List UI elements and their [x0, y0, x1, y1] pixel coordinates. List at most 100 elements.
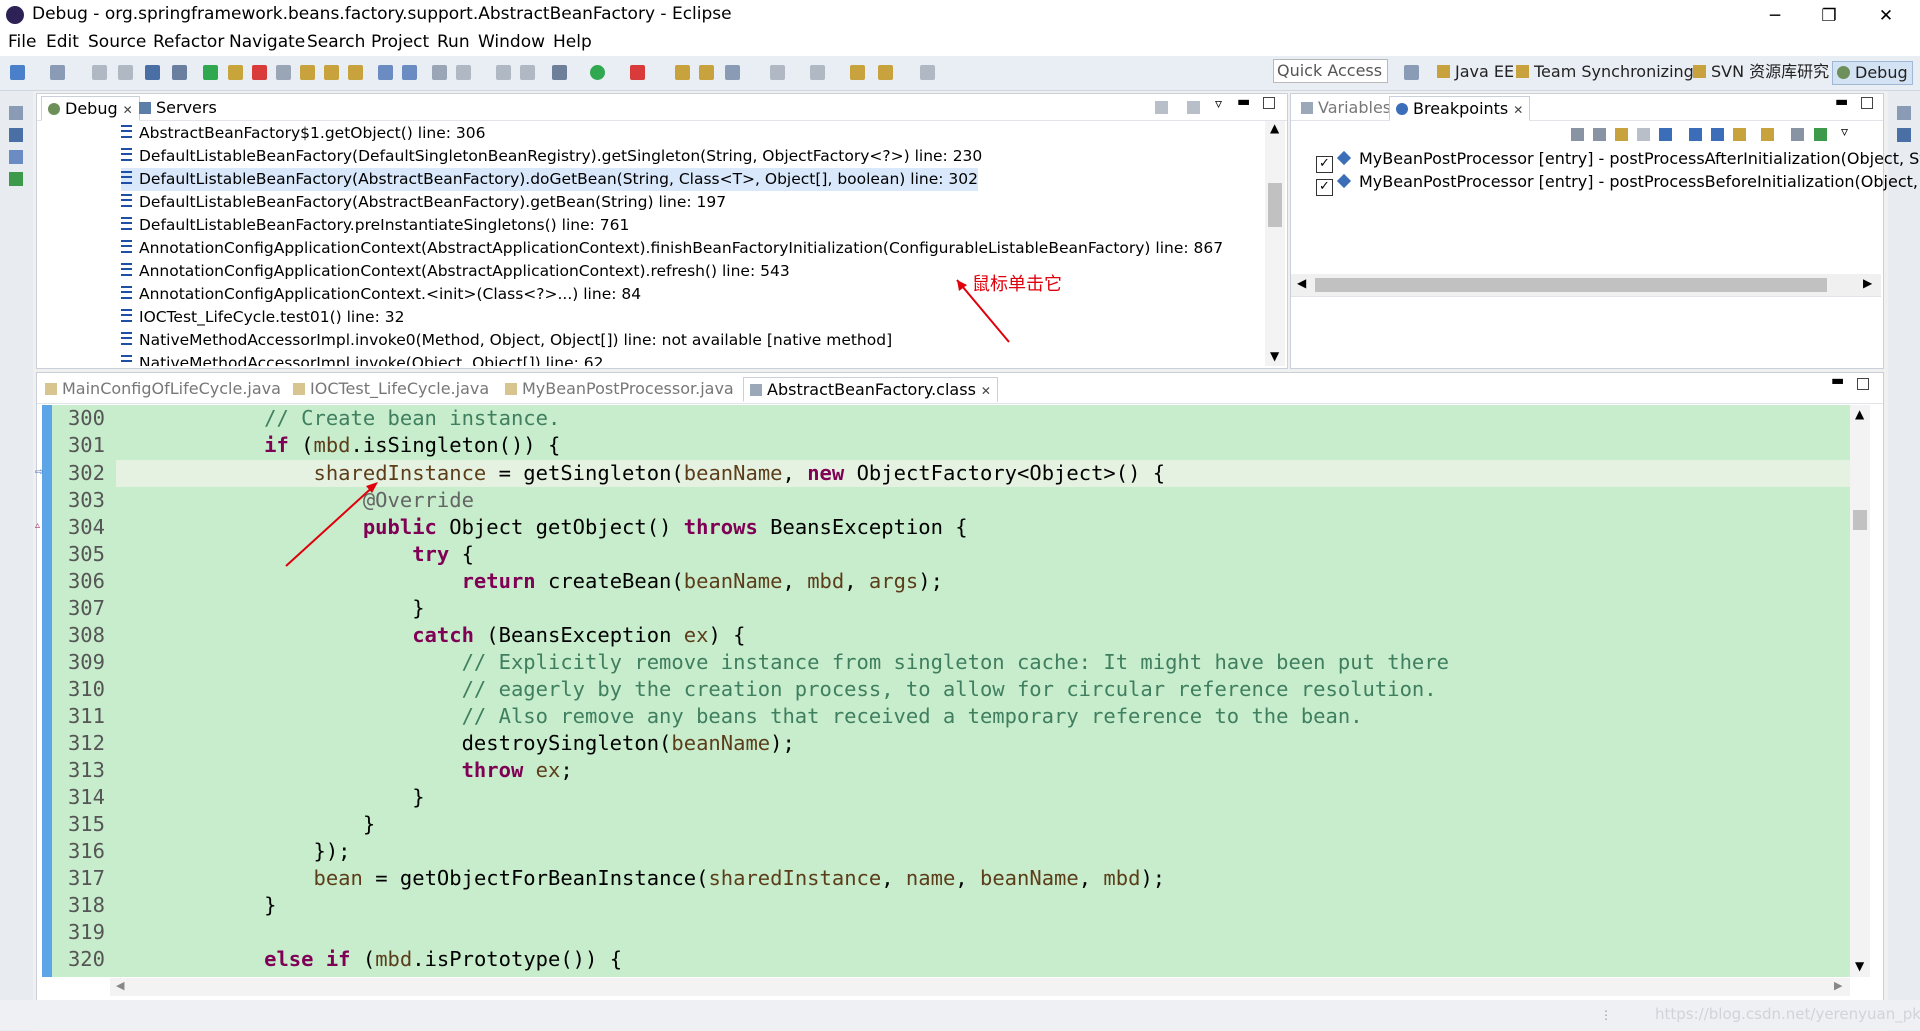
stack-frame[interactable]: AnnotationConfigApplicationContext(Abstr… — [121, 237, 1223, 260]
new-icon[interactable] — [10, 65, 25, 80]
perspective-java-ee[interactable]: Java EE — [1437, 61, 1514, 83]
minimize-view-icon[interactable]: ▬ — [1831, 373, 1844, 389]
breakpoints-hscrollbar[interactable]: ◀ ▶ — [1291, 274, 1881, 296]
package-explorer-icon[interactable] — [9, 128, 23, 142]
remove-all-breakpoints-icon[interactable] — [1593, 128, 1606, 141]
search-tool-icon[interactable] — [725, 65, 740, 80]
minimize-view-icon[interactable]: ▬ — [1835, 94, 1848, 110]
scrollbar-thumb[interactable] — [1853, 510, 1867, 530]
breakpoint-checkbox[interactable]: ✓ — [1316, 179, 1333, 196]
tab-ioctest[interactable]: IOCTest_LifeCycle.java — [287, 377, 495, 400]
console-icon[interactable] — [9, 172, 23, 186]
stack-frame[interactable]: IOCTest_LifeCycle.test01() line: 32 — [121, 306, 404, 329]
breakpoint-detail-pane[interactable] — [1291, 296, 1881, 367]
stack-frame[interactable]: DefaultListableBeanFactory.preInstantiat… — [121, 214, 629, 237]
save-all-icon[interactable] — [118, 65, 133, 80]
editor-hscrollbar[interactable]: ◀ ▶ — [110, 978, 1850, 996]
tool-icon[interactable] — [496, 65, 511, 80]
open-type-icon[interactable] — [675, 65, 690, 80]
remove-breakpoint-icon[interactable] — [1571, 128, 1584, 141]
tool-icon[interactable] — [520, 65, 535, 80]
import-breakpoints-icon[interactable] — [1791, 128, 1804, 141]
tab-mybeanpostprocessor[interactable]: MyBeanPostProcessor.java — [499, 377, 740, 400]
maximize-button[interactable]: ❐ — [1806, 2, 1852, 30]
run-icon[interactable] — [590, 65, 605, 80]
save-icon[interactable] — [92, 65, 107, 80]
step-return-icon[interactable] — [348, 65, 363, 80]
expand-all-icon[interactable] — [1689, 128, 1702, 141]
perspective-team-sync[interactable]: Team Synchronizing — [1516, 61, 1694, 83]
forward-icon[interactable] — [878, 65, 893, 80]
menu-refactor[interactable]: Refactor — [153, 32, 224, 52]
breakpoint-item[interactable]: ✓ MyBeanPostProcessor [entry] - postProce… — [1316, 148, 1920, 173]
scroll-up-icon[interactable]: ▲ — [1855, 407, 1864, 421]
scroll-right-icon[interactable]: ▶ — [1863, 276, 1872, 290]
skip-breakpoints-icon[interactable] — [172, 65, 187, 80]
tab-variables[interactable]: Variables — [1295, 96, 1397, 119]
perspective-svn[interactable]: SVN 资源库研究 — [1693, 61, 1829, 83]
scrollbar-thumb[interactable] — [1268, 183, 1282, 227]
tab-debug[interactable]: Debug ✕ — [41, 96, 140, 121]
use-step-filters-icon[interactable] — [402, 65, 417, 80]
scroll-down-icon[interactable]: ▼ — [1855, 959, 1864, 973]
breakpoint-item[interactable]: ✓ MyBeanPostProcessor [entry] - postProce… — [1316, 171, 1920, 196]
maximize-view-icon[interactable] — [1263, 97, 1275, 109]
drop-to-frame-icon[interactable] — [378, 65, 393, 80]
outline-icon[interactable] — [9, 150, 23, 164]
step-into-icon[interactable] — [300, 65, 315, 80]
terminate-icon[interactable] — [252, 65, 267, 80]
open-folder-icon[interactable] — [699, 65, 714, 80]
disconnect-icon[interactable] — [276, 65, 291, 80]
close-button[interactable]: ✕ — [1863, 2, 1909, 30]
stack-frame-selected[interactable]: DefaultListableBeanFactory(AbstractBeanF… — [121, 168, 978, 191]
stack-frame[interactable]: NativeMethodAccessorImpl.invoke(Object, … — [121, 352, 604, 366]
next-annotation-icon[interactable] — [810, 65, 825, 80]
stack-frame[interactable]: AnnotationConfigApplicationContext.<init… — [121, 283, 641, 306]
maximize-view-icon[interactable] — [1857, 378, 1869, 390]
stack-frame[interactable]: NativeMethodAccessorImpl.invoke0(Method,… — [121, 329, 892, 352]
scroll-left-icon[interactable]: ◀ — [116, 979, 124, 992]
coverage-icon[interactable] — [630, 65, 645, 80]
scroll-up-icon[interactable]: ▲ — [1270, 121, 1279, 135]
tab-mainconfig[interactable]: MainConfigOfLifeCycle.java — [39, 377, 287, 400]
maximize-view-icon[interactable] — [1861, 97, 1873, 109]
menu-run[interactable]: Run — [437, 32, 470, 52]
show-breakpoints-icon[interactable] — [1615, 128, 1628, 141]
scroll-left-icon[interactable]: ◀ — [1297, 276, 1306, 290]
scroll-down-icon[interactable]: ▼ — [1270, 349, 1279, 363]
menu-navigate[interactable]: Navigate — [229, 32, 305, 52]
stack-frame[interactable]: DefaultListableBeanFactory(AbstractBeanF… — [121, 191, 726, 214]
restore-icon[interactable] — [1897, 106, 1911, 120]
quick-access-input[interactable]: Quick Access — [1273, 59, 1388, 83]
menu-help[interactable]: Help — [553, 32, 592, 52]
menu-file[interactable]: File — [8, 32, 36, 52]
open-perspective-icon[interactable] — [1404, 65, 1419, 80]
restore-icon[interactable] — [9, 106, 23, 120]
scrollbar-thumb[interactable] — [1315, 278, 1827, 292]
debug-run-icon[interactable] — [552, 65, 567, 80]
print-icon[interactable] — [145, 65, 160, 80]
chevron-down-icon[interactable]: ▿ — [1841, 124, 1848, 140]
stack-frame[interactable]: AbstractBeanFactory$1.getObject() line: … — [121, 122, 486, 145]
minimize-view-icon[interactable]: ▬ — [1237, 94, 1250, 110]
skip-all-breakpoints-icon[interactable] — [1659, 128, 1672, 141]
step-over-icon[interactable] — [324, 65, 339, 80]
close-icon[interactable]: ✕ — [1513, 103, 1523, 117]
menu-source[interactable]: Source — [88, 32, 146, 52]
external-tools-icon[interactable] — [432, 65, 447, 80]
close-icon[interactable]: ✕ — [981, 384, 991, 398]
menu-project[interactable]: Project — [371, 32, 429, 52]
scroll-right-icon[interactable]: ▶ — [1834, 979, 1842, 992]
editor-vscrollbar[interactable]: ▲ ▼ — [1850, 405, 1870, 977]
tab-breakpoints[interactable]: Breakpoints ✕ — [1389, 96, 1531, 121]
perspective-debug[interactable]: Debug — [1832, 61, 1913, 85]
annotation-icon[interactable] — [770, 65, 785, 80]
debug-view-scrollbar[interactable]: ▲ ▼ — [1265, 121, 1285, 366]
stack-frame[interactable]: AnnotationConfigApplicationContext(Abstr… — [121, 260, 790, 283]
link-with-debug-icon[interactable] — [1733, 128, 1746, 141]
export-breakpoints-icon[interactable] — [1814, 128, 1827, 141]
tool-icon[interactable] — [456, 65, 471, 80]
chevron-down-icon[interactable]: ▿ — [1215, 96, 1222, 112]
outline-view-icon[interactable] — [1897, 128, 1911, 142]
minimize-button[interactable]: ─ — [1752, 2, 1798, 30]
